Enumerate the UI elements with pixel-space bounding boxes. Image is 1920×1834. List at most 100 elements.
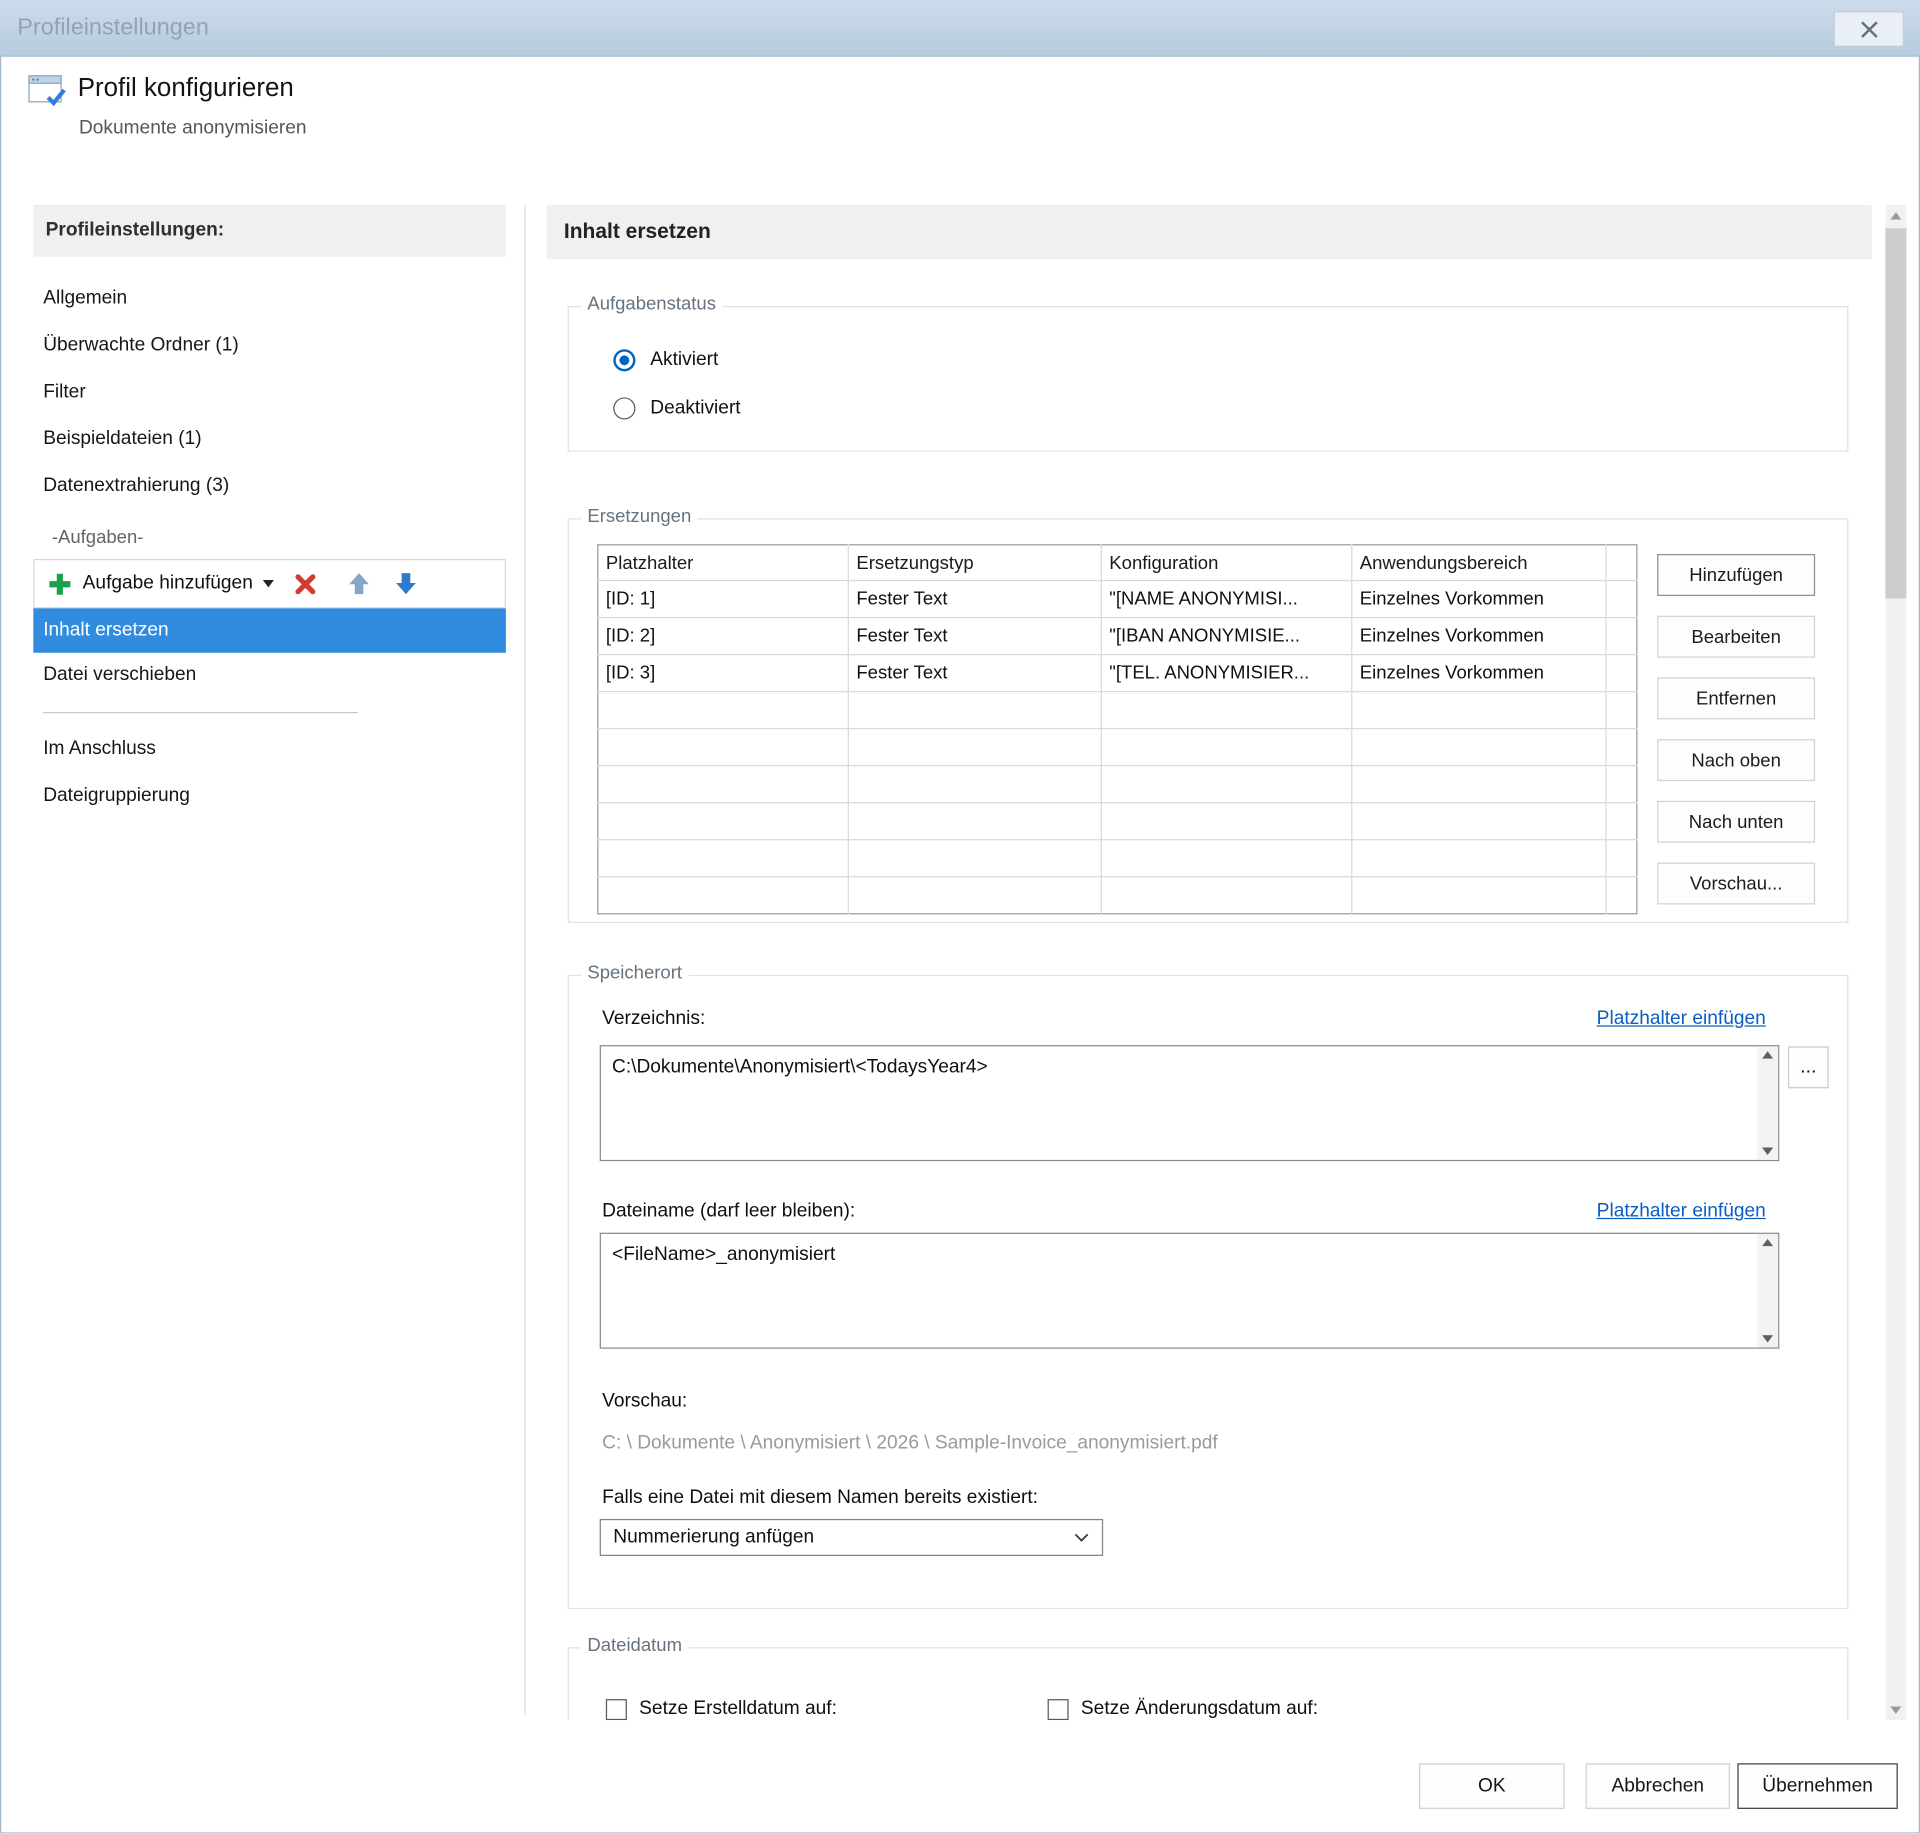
titlebar: Profileinstellungen <box>0 0 1920 57</box>
directory-label: Verzeichnis: <box>602 1008 705 1030</box>
checkbox-aenderungsdatum[interactable]: Setze Änderungsdatum auf: <box>1048 1698 1318 1720</box>
filename-value: <FileName>_anonymisiert <box>601 1234 1778 1266</box>
task-toolbar: Aufgabe hinzufügen <box>33 559 506 608</box>
page-subtitle: Dokumente anonymisieren <box>79 117 307 139</box>
checkbox-icon <box>1048 1699 1069 1720</box>
close-icon <box>1859 20 1879 37</box>
arrow-down-icon <box>394 571 419 596</box>
cell <box>1606 581 1637 618</box>
scrollbar[interactable] <box>1757 1234 1778 1348</box>
table-row-empty <box>598 877 1637 914</box>
main-panel: Inhalt ersetzen Aufgabenstatus Aktiviert… <box>547 205 1872 1720</box>
task-item-datei-verschieben[interactable]: Datei verschieben <box>33 653 506 697</box>
table-row[interactable]: [ID: 1] Fester Text "[NAME ANONYMISI... … <box>598 581 1637 618</box>
cell: [ID: 3] <box>598 655 848 692</box>
delete-icon <box>294 572 317 595</box>
table-row-empty <box>598 840 1637 877</box>
insert-placeholder-link-directory[interactable]: Platzhalter einfügen <box>1597 1008 1766 1030</box>
scroll-up-icon[interactable] <box>1762 1051 1773 1058</box>
scrollbar-thumb[interactable] <box>1885 228 1906 598</box>
window-title: Profileinstellungen <box>17 0 209 56</box>
table-row[interactable]: [ID: 3] Fester Text "[TEL. ANONYMISIER..… <box>598 655 1637 692</box>
radio-aktiviert-label: Aktiviert <box>650 349 718 371</box>
file-exists-select[interactable]: Nummerierung anfügen <box>600 1519 1103 1556</box>
sidebar-item-im-anschluss[interactable]: Im Anschluss <box>33 726 506 773</box>
add-task-button[interactable]: Aufgabe hinzufügen <box>42 571 279 597</box>
task-item-inhalt-ersetzen[interactable]: Inhalt ersetzen <box>33 608 506 652</box>
radio-unchecked-icon <box>613 397 635 419</box>
group-label-speicherort: Speicherort <box>581 962 688 983</box>
chevron-down-icon <box>1074 1533 1090 1543</box>
section-title: Inhalt ersetzen <box>547 205 1872 259</box>
cell: [ID: 1] <box>598 581 848 618</box>
delete-task-button[interactable] <box>289 569 322 597</box>
table-row[interactable]: [ID: 2] Fester Text "[IBAN ANONYMISIE...… <box>598 618 1637 655</box>
sidebar-item-ueberwachte-ordner[interactable]: Überwachte Ordner (1) <box>33 322 506 369</box>
arrow-up-icon <box>347 571 372 596</box>
cell: "[NAME ANONYMISI... <box>1101 581 1351 618</box>
cell: Fester Text <box>848 655 1101 692</box>
close-button[interactable] <box>1834 11 1904 47</box>
scrollbar[interactable] <box>1757 1046 1778 1160</box>
radio-checked-icon <box>613 349 635 371</box>
column-header-ersetzungstyp[interactable]: Ersetzungstyp <box>848 545 1101 581</box>
scroll-down-icon[interactable] <box>1762 1335 1773 1342</box>
column-header-konfiguration[interactable]: Konfiguration <box>1101 545 1351 581</box>
main-scrollbar[interactable] <box>1885 205 1906 1720</box>
radio-deaktiviert[interactable]: Deaktiviert <box>613 397 740 419</box>
group-speicherort: Speicherort Verzeichnis: Platzhalter ein… <box>568 975 1849 1609</box>
preview-button[interactable]: Vorschau... <box>1657 863 1815 905</box>
sidebar: Profileinstellungen: Allgemein Überwacht… <box>33 205 506 819</box>
move-task-up-button[interactable] <box>342 569 377 599</box>
checkbox-erstelldatum-label: Setze Erstelldatum auf: <box>639 1698 837 1720</box>
table-row-empty <box>598 803 1637 840</box>
sidebar-item-datenextrahierung[interactable]: Datenextrahierung (3) <box>33 463 506 510</box>
cell: Einzelnes Vorkommen <box>1352 655 1606 692</box>
radio-aktiviert[interactable]: Aktiviert <box>613 349 718 371</box>
table-row-empty <box>598 766 1637 803</box>
scroll-up-icon[interactable] <box>1885 205 1906 226</box>
sidebar-item-allgemein[interactable]: Allgemein <box>33 275 506 322</box>
table-header-row: Platzhalter Ersetzungstyp Konfiguration … <box>598 545 1637 581</box>
directory-input[interactable]: C:\Dokumente\Anonymisiert\<TodaysYear4> <box>600 1045 1780 1161</box>
filename-input[interactable]: <FileName>_anonymisiert <box>600 1233 1780 1349</box>
cell: Einzelnes Vorkommen <box>1352 581 1606 618</box>
move-up-button[interactable]: Nach oben <box>1657 739 1815 781</box>
sidebar-item-filter[interactable]: Filter <box>33 369 506 416</box>
cell: Fester Text <box>848 581 1101 618</box>
sidebar-item-dateigruppierung[interactable]: Dateigruppierung <box>33 772 506 819</box>
table-row-empty <box>598 692 1637 729</box>
move-task-down-button[interactable] <box>389 569 424 599</box>
file-exists-label: Falls eine Datei mit diesem Namen bereit… <box>602 1487 1038 1509</box>
browse-button[interactable]: ... <box>1788 1046 1829 1088</box>
group-label-ersetzungen: Ersetzungen <box>581 506 697 527</box>
ok-button[interactable]: OK <box>1419 1763 1565 1809</box>
tasks-section-label: -Aufgaben- <box>33 517 506 559</box>
scroll-up-icon[interactable] <box>1762 1239 1773 1246</box>
group-aufgabenstatus: Aufgabenstatus Aktiviert Deaktiviert <box>568 306 1849 452</box>
checkbox-erstelldatum[interactable]: Setze Erstelldatum auf: <box>606 1698 837 1720</box>
scroll-down-icon[interactable] <box>1885 1699 1906 1720</box>
sidebar-item-beispieldateien[interactable]: Beispieldateien (1) <box>33 416 506 463</box>
profile-config-icon <box>27 72 66 111</box>
group-dateidatum: Dateidatum Setze Erstelldatum auf: Setze… <box>568 1647 1849 1720</box>
insert-placeholder-link-filename[interactable]: Platzhalter einfügen <box>1597 1201 1766 1223</box>
cell: "[IBAN ANONYMISIE... <box>1101 618 1351 655</box>
add-button[interactable]: Hinzufügen <box>1657 554 1815 596</box>
move-down-button[interactable]: Nach unten <box>1657 801 1815 843</box>
vertical-separator <box>524 205 525 1715</box>
group-label-aufgabenstatus: Aufgabenstatus <box>581 294 722 315</box>
apply-button[interactable]: Übernehmen <box>1737 1763 1897 1809</box>
cell: Einzelnes Vorkommen <box>1352 618 1606 655</box>
cell: [ID: 2] <box>598 618 848 655</box>
column-header-platzhalter[interactable]: Platzhalter <box>598 545 848 581</box>
column-header-anwendungsbereich[interactable]: Anwendungsbereich <box>1352 545 1606 581</box>
file-exists-selected-value: Nummerierung anfügen <box>613 1526 814 1548</box>
divider <box>43 712 358 713</box>
cell: "[TEL. ANONYMISIER... <box>1101 655 1351 692</box>
cancel-button[interactable]: Abbrechen <box>1586 1763 1730 1809</box>
page-title: Profil konfigurieren <box>78 74 294 104</box>
edit-button[interactable]: Bearbeiten <box>1657 616 1815 658</box>
remove-button[interactable]: Entfernen <box>1657 677 1815 719</box>
scroll-down-icon[interactable] <box>1762 1148 1773 1155</box>
